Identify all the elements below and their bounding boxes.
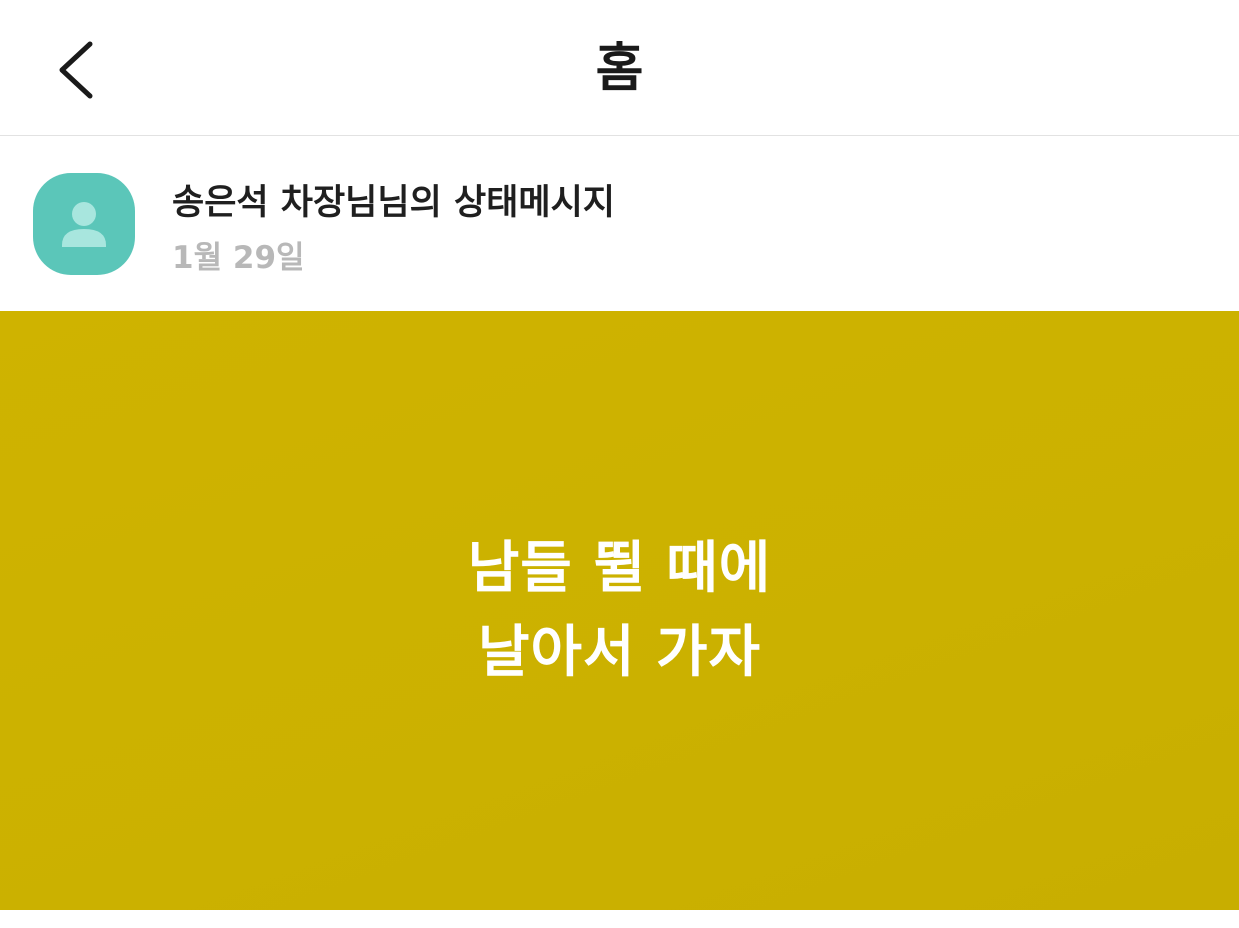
status-message-card: 남들 뛸 때에 날아서 가자	[0, 311, 1239, 910]
status-date: 1월 29일	[172, 240, 305, 276]
top-navigation-bar: 홈	[0, 0, 1239, 136]
status-message-line: 날아서 가자	[477, 619, 762, 685]
status-message-line: 남들 뛸 때에	[467, 535, 772, 601]
profile-name[interactable]: 송은석 차장님님의 상태메시지	[172, 179, 615, 227]
page-title: 홈	[595, 39, 644, 99]
avatar[interactable]	[33, 173, 135, 275]
profile-header: 송은석 차장님님의 상태메시지 1월 29일	[0, 137, 1239, 311]
status-message: 남들 뛸 때에 날아서 가자	[468, 527, 772, 695]
bottom-spacer	[0, 910, 1239, 928]
person-icon	[62, 202, 106, 247]
app-screen: 홈 송은석 차장님님의 상태메시지 1월 29일 남들 뛸 때에 날아서 가자	[0, 0, 1239, 928]
